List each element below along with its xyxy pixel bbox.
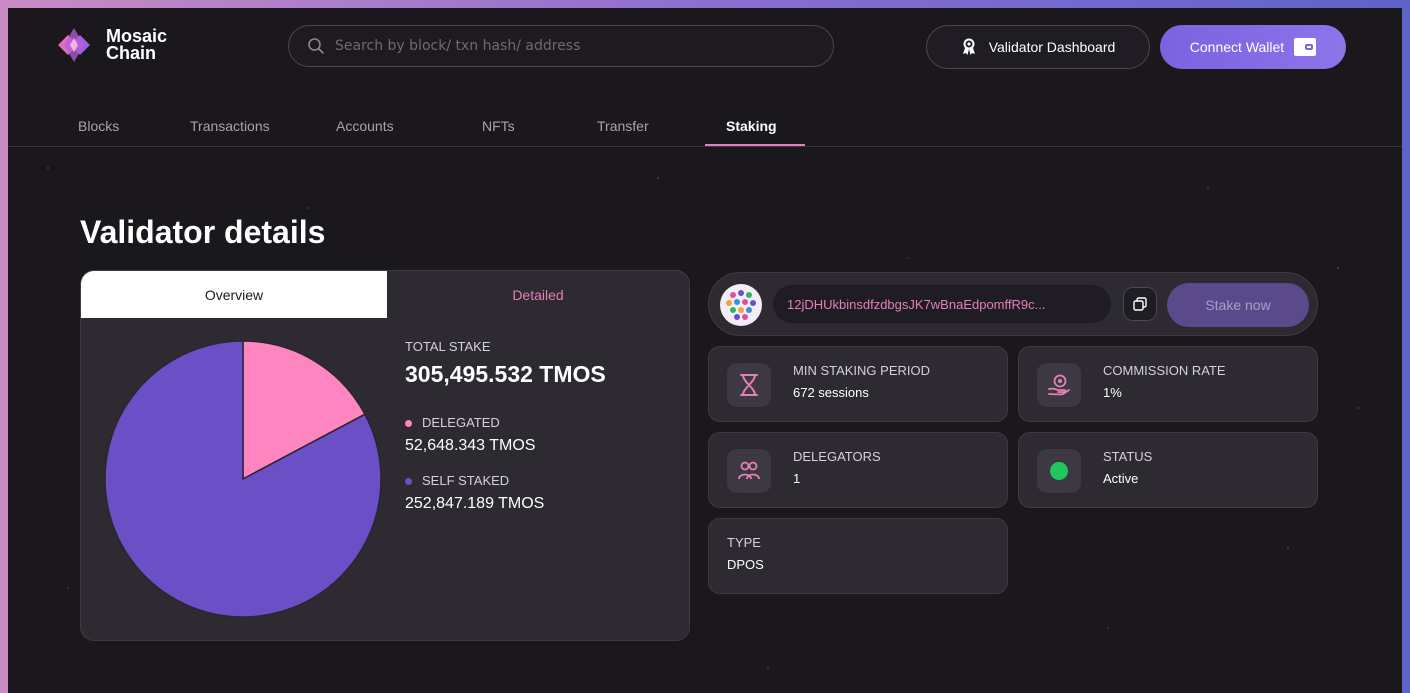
commission-value: 1%	[1103, 385, 1122, 400]
min-staking-value: 672 sessions	[793, 385, 869, 400]
app-frame: Mosaic Chain Validator Dashboard Connect…	[8, 8, 1402, 693]
stake-pie-chart	[104, 340, 382, 618]
connect-wallet-label: Connect Wallet	[1189, 39, 1285, 55]
status-dot-icon	[1050, 462, 1068, 480]
mosaic-logo-icon	[58, 28, 90, 62]
users-icon	[738, 461, 760, 480]
hand-coin-icon	[1048, 374, 1070, 396]
validator-dashboard-button[interactable]: Validator Dashboard	[926, 25, 1150, 69]
brand-name: Mosaic Chain	[106, 27, 167, 63]
tile-delegators: DELEGATORS 1	[708, 432, 1008, 508]
tile-icon-box	[727, 449, 771, 493]
tab-transactions[interactable]: Transactions	[190, 118, 270, 134]
status-value: Active	[1103, 471, 1139, 486]
main-nav: Blocks Transactions Accounts NFTs Transf…	[8, 112, 1402, 147]
tab-blocks[interactable]: Blocks	[78, 118, 119, 134]
active-tab-indicator	[705, 144, 805, 146]
tab-staking[interactable]: Staking	[726, 118, 777, 134]
search-bar[interactable]	[288, 25, 834, 67]
tile-status: STATUS Active	[1018, 432, 1318, 508]
wallet-icon	[1294, 38, 1317, 56]
self-staked-value: 252,847.189 TMOS	[405, 495, 545, 512]
total-stake-label: TOTAL STAKE	[405, 339, 491, 354]
segment-overview[interactable]: Overview	[81, 271, 387, 318]
delegated-dot	[405, 420, 412, 428]
status-label: STATUS	[1103, 449, 1153, 464]
commission-label: COMMISSION RATE	[1103, 363, 1226, 378]
tile-icon-box	[1037, 363, 1081, 407]
self-staked-legend: SELF STAKED	[405, 473, 509, 488]
type-label: TYPE	[727, 535, 761, 550]
validator-address-bar: 12jDHUkbinsdfzdbgsJK7wBnaEdpomffR9c... S…	[708, 272, 1318, 336]
tab-transfer[interactable]: Transfer	[597, 118, 649, 134]
tile-min-staking-period: MIN STAKING PERIOD 672 sessions	[708, 346, 1008, 422]
stake-overview-card: Overview Detailed TOTAL STAKE 305,495.53…	[80, 270, 690, 641]
copy-address-button[interactable]	[1123, 287, 1157, 321]
search-icon	[308, 38, 324, 54]
stake-now-button[interactable]: Stake now	[1167, 283, 1309, 327]
search-input[interactable]	[333, 37, 817, 55]
brand-name-line2: Chain	[106, 43, 157, 63]
validator-badge-icon	[962, 38, 975, 55]
delegated-label: DELEGATED	[422, 415, 500, 430]
copy-icon	[1133, 297, 1147, 311]
page-title: Validator details	[80, 214, 326, 250]
self-staked-label: SELF STAKED	[422, 473, 510, 488]
delegators-value: 1	[793, 471, 801, 486]
validator-dashboard-label: Validator Dashboard	[988, 39, 1116, 55]
tab-accounts[interactable]: Accounts	[336, 118, 394, 134]
self-staked-dot	[405, 478, 412, 486]
tile-icon-box	[1037, 449, 1081, 493]
delegators-label: DELEGATORS	[793, 449, 881, 464]
total-stake-value: 305,495.532 TMOS	[405, 361, 606, 387]
delegated-legend: DELEGATED	[405, 415, 500, 430]
tile-icon-box	[727, 363, 771, 407]
tile-commission-rate: COMMISSION RATE 1%	[1018, 346, 1318, 422]
segment-detailed[interactable]: Detailed	[387, 271, 689, 318]
validator-address[interactable]: 12jDHUkbinsdfzdbgsJK7wBnaEdpomffR9c...	[773, 285, 1111, 323]
min-staking-label: MIN STAKING PERIOD	[793, 363, 930, 378]
brand-logo[interactable]: Mosaic Chain	[52, 24, 167, 66]
validator-avatar	[720, 284, 762, 326]
delegated-value: 52,648.343 TMOS	[405, 437, 536, 454]
tile-type: TYPE DPOS	[708, 518, 1008, 594]
tab-nfts[interactable]: NFTs	[482, 118, 515, 134]
connect-wallet-button[interactable]: Connect Wallet	[1160, 25, 1346, 69]
type-value: DPOS	[727, 557, 764, 572]
hourglass-icon	[740, 374, 758, 396]
